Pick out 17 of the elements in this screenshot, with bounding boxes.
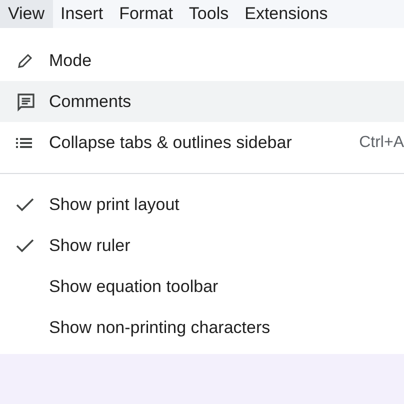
menu-item-label: Collapse tabs & outlines sidebar [49,132,292,154]
list-icon [16,136,32,150]
menu-item-label: Show equation toolbar [49,276,218,298]
menu-bar-item[interactable]: Extensions [236,0,336,28]
menu-item-label: Mode [49,50,92,72]
menu-item[interactable]: Comments [0,81,404,122]
menu-item-label: Comments [49,90,132,113]
menu-bar-item[interactable]: Format [111,0,181,28]
menu-bar-item[interactable]: View [0,0,53,28]
menu-bar-item[interactable]: Tools [180,0,237,28]
shortcut-text: Ctrl+A [359,132,404,152]
menu-item-label: Show ruler [49,234,130,257]
menu-bar-item[interactable]: Insert [52,0,112,28]
pencil-icon [16,52,34,70]
menu-item-label: Show non-printing characters [49,316,270,339]
menu-item-label: Show print layout [49,194,180,216]
comment-icon [16,92,36,112]
